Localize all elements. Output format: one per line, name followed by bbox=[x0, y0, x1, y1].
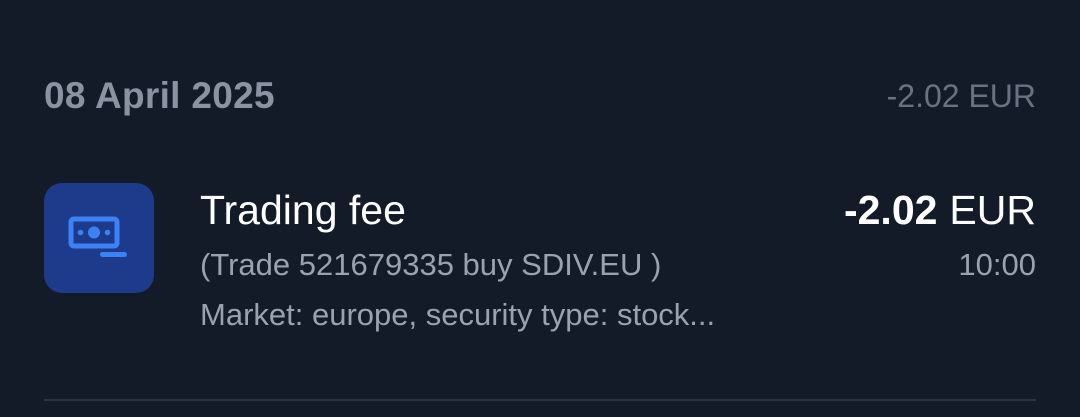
date-group-header: 08 April 2025 -2.02 EUR bbox=[44, 70, 1036, 122]
transactions-screen: 08 April 2025 -2.02 EUR Trading fee (Tra… bbox=[0, 0, 1080, 417]
date-label: 08 April 2025 bbox=[44, 75, 275, 116]
transaction-details: Trading fee (Trade 521679335 buy SDIV.EU… bbox=[200, 183, 800, 337]
transaction-title: Trading fee bbox=[200, 187, 406, 233]
transaction-icon-tile bbox=[44, 183, 154, 293]
transaction-row[interactable]: Trading fee (Trade 521679335 buy SDIV.EU… bbox=[44, 183, 1036, 343]
transaction-amount-currency: EUR bbox=[949, 187, 1036, 233]
transaction-subtitle: (Trade 521679335 buy SDIV.EU ) bbox=[200, 247, 662, 282]
transaction-amount-block: -2.02 EUR 10:00 bbox=[844, 183, 1036, 287]
banknote-icon bbox=[68, 216, 127, 257]
transaction-time: 10:00 bbox=[958, 247, 1036, 282]
row-divider bbox=[44, 399, 1036, 401]
date-total-amount: -2.02 EUR bbox=[886, 77, 1036, 114]
transaction-amount: -2.02 EUR bbox=[844, 183, 1036, 237]
transaction-amount-value: -2.02 bbox=[843, 187, 938, 233]
transaction-meta: Market: europe, security type: stock... bbox=[200, 297, 716, 332]
